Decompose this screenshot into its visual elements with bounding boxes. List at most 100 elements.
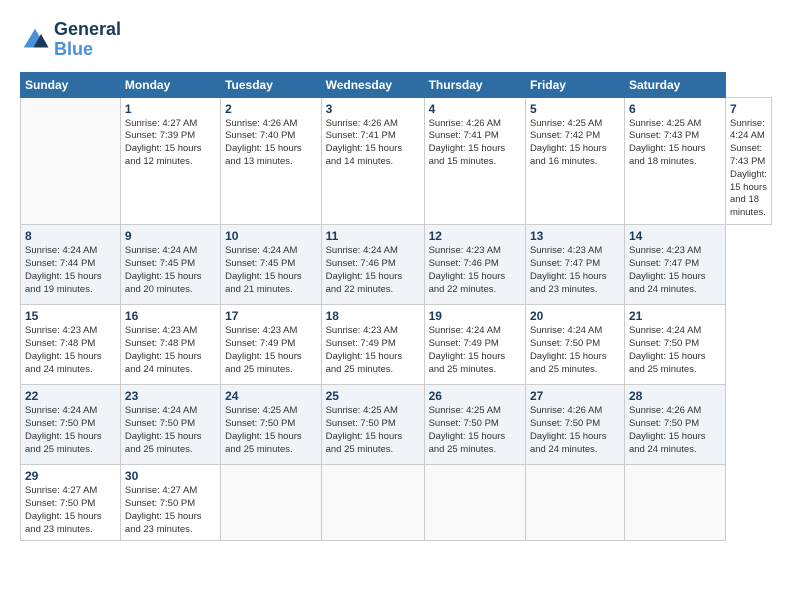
day-number: 26 [429, 389, 521, 403]
day-number: 7 [730, 102, 767, 116]
day-info: Sunrise: 4:27 AMSunset: 7:50 PMDaylight:… [125, 485, 216, 536]
day-number: 10 [225, 229, 317, 243]
day-number: 14 [629, 229, 721, 243]
day-info: Sunrise: 4:24 AMSunset: 7:50 PMDaylight:… [629, 325, 721, 376]
day-number: 5 [530, 102, 620, 116]
day-info: Sunrise: 4:23 AMSunset: 7:47 PMDaylight:… [629, 245, 721, 296]
day-number: 4 [429, 102, 521, 116]
logo: General Blue [20, 20, 121, 60]
day-number: 13 [530, 229, 620, 243]
weekday-sunday: Sunday [21, 72, 121, 97]
day-number: 24 [225, 389, 317, 403]
day-number: 30 [125, 469, 216, 483]
calendar-cell: 9Sunrise: 4:24 AMSunset: 7:45 PMDaylight… [120, 225, 220, 305]
day-number: 28 [629, 389, 721, 403]
calendar-cell: 1Sunrise: 4:27 AMSunset: 7:39 PMDaylight… [120, 97, 220, 225]
day-number: 21 [629, 309, 721, 323]
calendar-cell: 13 Sunrise: 4:23 AMSunset: 7:47 PMDayligh… [525, 225, 624, 305]
weekday-thursday: Thursday [424, 72, 525, 97]
calendar-cell: 16 Sunrise: 4:23 AMSunset: 7:48 PMDayligh… [120, 305, 220, 385]
day-info: Sunrise: 4:26 AMSunset: 7:50 PMDaylight:… [629, 405, 721, 456]
calendar-cell: 21 Sunrise: 4:24 AMSunset: 7:50 PMDayligh… [624, 305, 725, 385]
calendar-cell: 29 Sunrise: 4:27 AMSunset: 7:50 PMDayligh… [21, 465, 121, 541]
day-info: Sunrise: 4:24 AMSunset: 7:50 PMDaylight:… [530, 325, 620, 376]
calendar-cell [221, 465, 322, 541]
day-number: 20 [530, 309, 620, 323]
header: General Blue [20, 20, 772, 60]
day-info: Sunrise: 4:24 AMSunset: 7:46 PMDaylight:… [326, 245, 420, 296]
day-number: 2 [225, 102, 317, 116]
calendar-cell: 28 Sunrise: 4:26 AMSunset: 7:50 PMDayligh… [624, 385, 725, 465]
day-info: Sunrise: 4:24 AMSunset: 7:50 PMDaylight:… [25, 405, 116, 456]
calendar-cell: 18Sunrise: 4:23 AMSunset: 7:49 PMDayligh… [321, 305, 424, 385]
calendar-cell: 4 Sunrise: 4:26 AMSunset: 7:41 PMDaylight… [424, 97, 525, 225]
calendar-cell: 27 Sunrise: 4:26 AMSunset: 7:50 PMDayligh… [525, 385, 624, 465]
day-number: 22 [25, 389, 116, 403]
day-info: Sunrise: 4:26 AMSunset: 7:40 PMDaylight:… [225, 118, 317, 169]
day-info: Sunrise: 4:25 AMSunset: 7:42 PMDaylight:… [530, 118, 620, 169]
day-number: 23 [125, 389, 216, 403]
day-info: Sunrise: 4:23 AMSunset: 7:48 PMDaylight:… [125, 325, 216, 376]
calendar-cell: 5 Sunrise: 4:25 AMSunset: 7:42 PMDaylight… [525, 97, 624, 225]
calendar-cell [525, 465, 624, 541]
calendar-cell [424, 465, 525, 541]
calendar-cell: 20 Sunrise: 4:24 AMSunset: 7:50 PMDayligh… [525, 305, 624, 385]
calendar-body: 1Sunrise: 4:27 AMSunset: 7:39 PMDaylight… [21, 97, 772, 541]
day-info: Sunrise: 4:25 AMSunset: 7:43 PMDaylight:… [629, 118, 721, 169]
day-number: 11 [326, 229, 420, 243]
calendar-cell: 30 Sunrise: 4:27 AMSunset: 7:50 PMDayligh… [120, 465, 220, 541]
calendar-cell: 22 Sunrise: 4:24 AMSunset: 7:50 PMDayligh… [21, 385, 121, 465]
logo-text: General Blue [54, 20, 121, 60]
weekday-header: SundayMondayTuesdayWednesdayThursdayFrid… [21, 72, 772, 97]
calendar-cell: 3 Sunrise: 4:26 AMSunset: 7:41 PMDaylight… [321, 97, 424, 225]
calendar-cell: 8Sunrise: 4:24 AMSunset: 7:44 PMDaylight… [21, 225, 121, 305]
day-number: 27 [530, 389, 620, 403]
calendar-cell [21, 97, 121, 225]
day-number: 3 [326, 102, 420, 116]
day-info: Sunrise: 4:25 AMSunset: 7:50 PMDaylight:… [429, 405, 521, 456]
calendar-cell: 6 Sunrise: 4:25 AMSunset: 7:43 PMDaylight… [624, 97, 725, 225]
calendar: SundayMondayTuesdayWednesdayThursdayFrid… [20, 72, 772, 542]
day-info: Sunrise: 4:24 AMSunset: 7:43 PMDaylight:… [730, 118, 767, 221]
calendar-cell: 19 Sunrise: 4:24 AMSunset: 7:49 PMDayligh… [424, 305, 525, 385]
day-info: Sunrise: 4:24 AMSunset: 7:49 PMDaylight:… [429, 325, 521, 376]
day-info: Sunrise: 4:27 AMSunset: 7:39 PMDaylight:… [125, 118, 216, 169]
weekday-friday: Friday [525, 72, 624, 97]
weekday-saturday: Saturday [624, 72, 725, 97]
calendar-cell: 12 Sunrise: 4:23 AMSunset: 7:46 PMDayligh… [424, 225, 525, 305]
logo-icon [20, 25, 50, 55]
day-info: Sunrise: 4:26 AMSunset: 7:41 PMDaylight:… [326, 118, 420, 169]
page: General Blue SundayMondayTuesdayWednesda… [0, 0, 792, 612]
calendar-cell: 10 Sunrise: 4:24 AMSunset: 7:45 PMDayligh… [221, 225, 322, 305]
calendar-cell: 23 Sunrise: 4:24 AMSunset: 7:50 PMDayligh… [120, 385, 220, 465]
day-number: 25 [326, 389, 420, 403]
day-number: 12 [429, 229, 521, 243]
day-info: Sunrise: 4:23 AMSunset: 7:46 PMDaylight:… [429, 245, 521, 296]
weekday-wednesday: Wednesday [321, 72, 424, 97]
calendar-cell [624, 465, 725, 541]
day-number: 29 [25, 469, 116, 483]
day-info: Sunrise: 4:26 AMSunset: 7:41 PMDaylight:… [429, 118, 521, 169]
weekday-monday: Monday [120, 72, 220, 97]
calendar-cell: 7 Sunrise: 4:24 AMSunset: 7:43 PMDaylight… [725, 97, 771, 225]
day-info: Sunrise: 4:25 AMSunset: 7:50 PMDaylight:… [326, 405, 420, 456]
calendar-cell: 24 Sunrise: 4:25 AMSunset: 7:50 PMDayligh… [221, 385, 322, 465]
day-info: Sunrise: 4:26 AMSunset: 7:50 PMDaylight:… [530, 405, 620, 456]
day-info: Sunrise: 4:24 AMSunset: 7:44 PMDaylight:… [25, 245, 116, 296]
day-number: 17 [225, 309, 317, 323]
day-info: Sunrise: 4:23 AMSunset: 7:47 PMDaylight:… [530, 245, 620, 296]
day-info: Sunrise: 4:27 AMSunset: 7:50 PMDaylight:… [25, 485, 116, 536]
day-info: Sunrise: 4:24 AMSunset: 7:50 PMDaylight:… [125, 405, 216, 456]
day-number: 19 [429, 309, 521, 323]
day-info: Sunrise: 4:24 AMSunset: 7:45 PMDaylight:… [125, 245, 216, 296]
day-info: Sunrise: 4:24 AMSunset: 7:45 PMDaylight:… [225, 245, 317, 296]
calendar-cell: 11 Sunrise: 4:24 AMSunset: 7:46 PMDayligh… [321, 225, 424, 305]
day-info: Sunrise: 4:23 AMSunset: 7:49 PMDaylight:… [326, 325, 420, 376]
day-number: 15 [25, 309, 116, 323]
day-number: 16 [125, 309, 216, 323]
calendar-cell: 25 Sunrise: 4:25 AMSunset: 7:50 PMDayligh… [321, 385, 424, 465]
day-number: 6 [629, 102, 721, 116]
day-info: Sunrise: 4:25 AMSunset: 7:50 PMDaylight:… [225, 405, 317, 456]
calendar-cell [321, 465, 424, 541]
calendar-cell: 26 Sunrise: 4:25 AMSunset: 7:50 PMDayligh… [424, 385, 525, 465]
